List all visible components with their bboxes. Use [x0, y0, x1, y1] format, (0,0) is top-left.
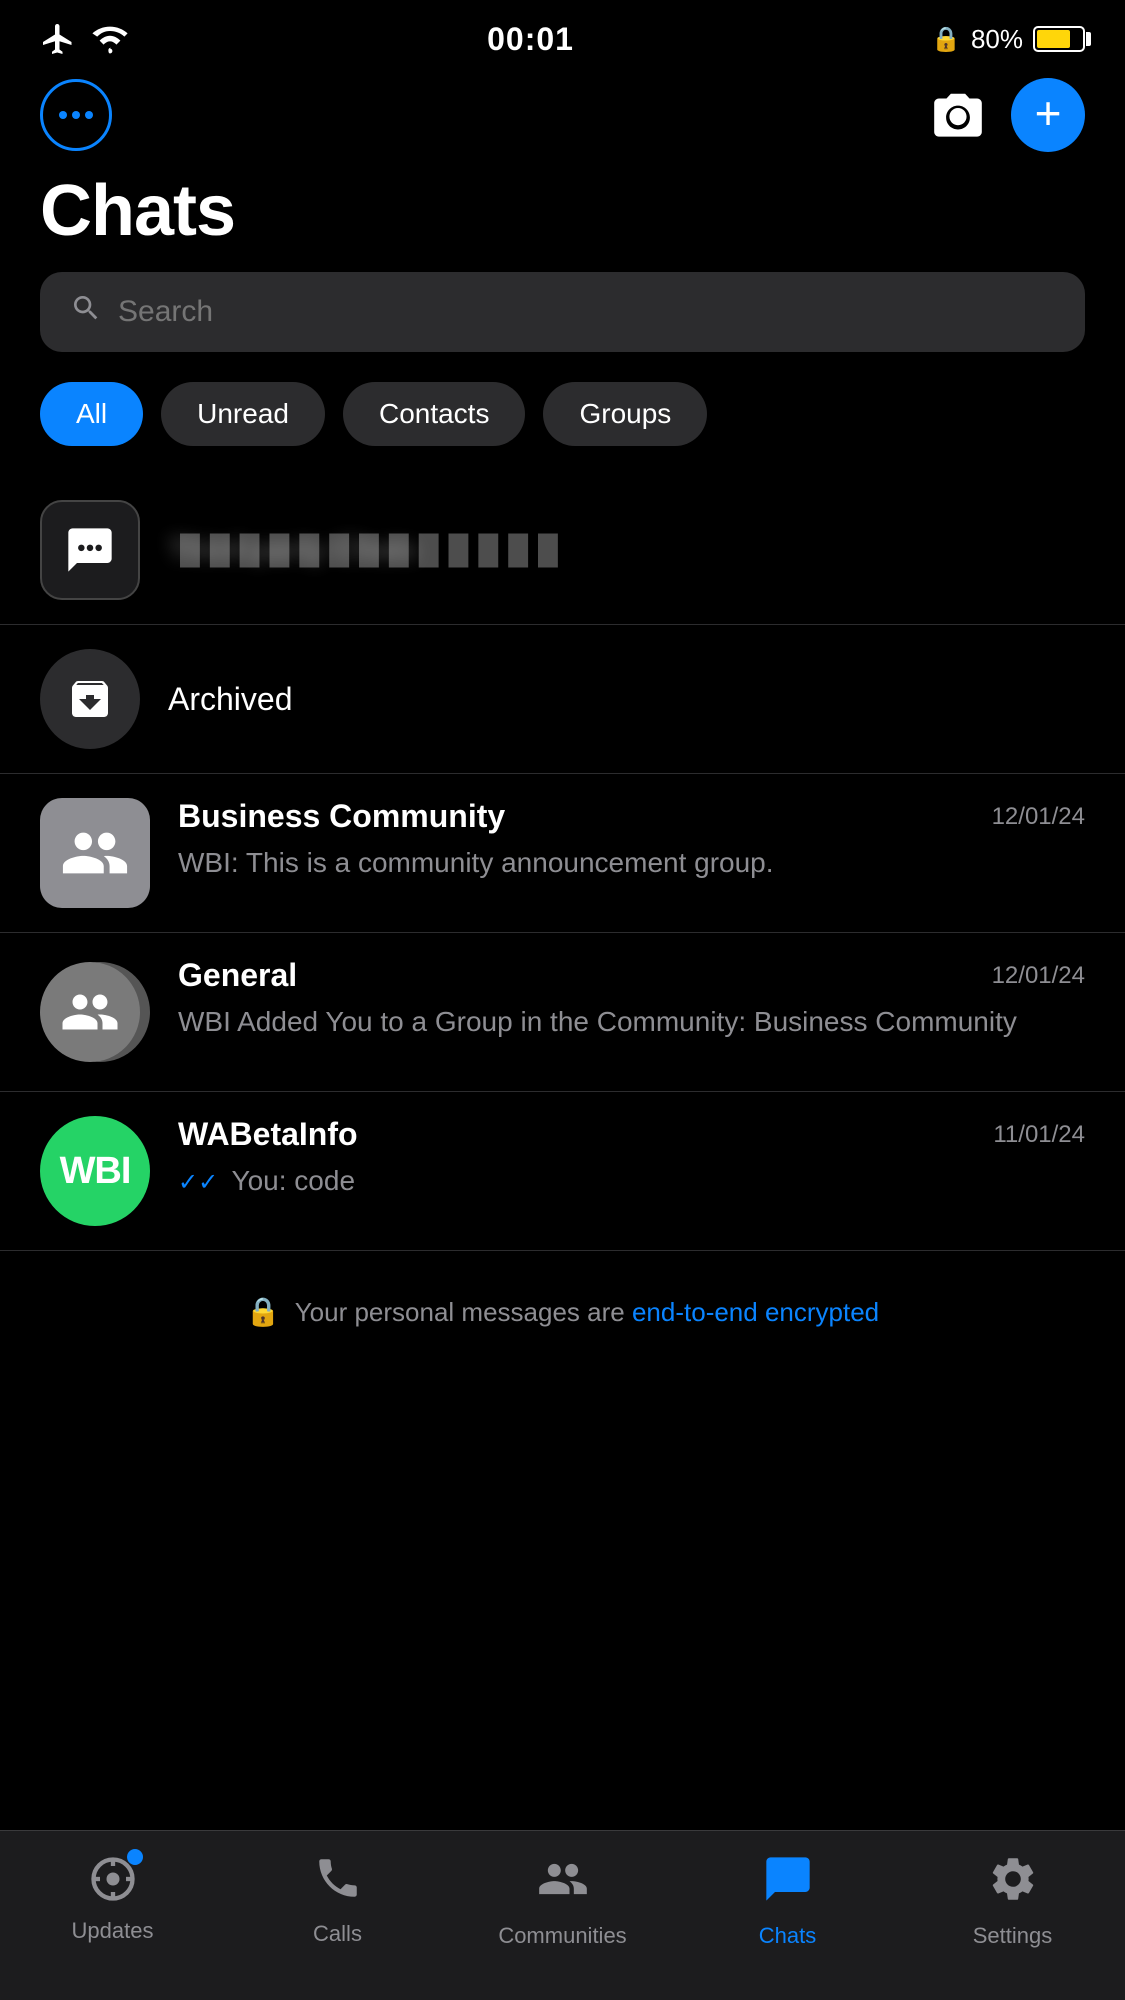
nav-item-updates[interactable]: Updates — [0, 1847, 225, 1944]
avatar-business-community — [40, 798, 150, 908]
filter-tab-contacts[interactable]: Contacts — [343, 382, 526, 446]
nav-label-communities: Communities — [498, 1923, 626, 1949]
more-dots — [59, 111, 93, 119]
chat-time-business-community: 12/01/24 — [992, 803, 1085, 831]
communities-icon — [537, 1853, 589, 1915]
wbi-avatar-text: WBI — [60, 1150, 131, 1193]
battery-percent: 80% — [971, 24, 1023, 55]
settings-icon — [987, 1853, 1039, 1915]
battery-icon — [1033, 26, 1085, 52]
search-input[interactable] — [118, 295, 1055, 329]
nav-label-updates: Updates — [72, 1918, 154, 1944]
chat-header-general: General 12/01/24 — [178, 957, 1085, 994]
avatar-wabetainfo: WBI — [40, 1116, 150, 1226]
chats-icon — [762, 1853, 814, 1915]
page-title: Chats — [0, 160, 1125, 272]
nav-label-chats: Chats — [759, 1923, 816, 1949]
avatar-general — [40, 957, 150, 1067]
calls-icon — [313, 1853, 363, 1913]
blurred-overlay: █████████████ — [150, 476, 1125, 624]
chat-name-general: General — [178, 957, 297, 994]
lock-icon: 🔒 — [246, 1291, 281, 1333]
status-bar: 00:01 🔒 80% — [0, 0, 1125, 70]
wifi-icon — [90, 23, 130, 55]
third-party-chats-row[interactable]: Third-party Chats █████████████ — [0, 476, 1125, 625]
header: + — [0, 70, 1125, 160]
more-button[interactable] — [40, 79, 112, 151]
filter-tab-unread[interactable]: Unread — [161, 382, 325, 446]
nav-item-calls[interactable]: Calls — [225, 1847, 450, 1947]
nav-item-settings[interactable]: Settings — [900, 1847, 1125, 1949]
search-container — [0, 272, 1125, 382]
encryption-text: Your personal messages are end-to-end en… — [295, 1293, 879, 1332]
add-icon: + — [1035, 90, 1062, 136]
add-button[interactable]: + — [1011, 78, 1085, 152]
nav-item-communities[interactable]: Communities — [450, 1847, 675, 1949]
nav-label-calls: Calls — [313, 1921, 362, 1947]
filter-tabs: All Unread Contacts Groups — [0, 382, 1125, 476]
status-left-icons — [40, 21, 130, 57]
airplane-icon — [40, 21, 76, 57]
encryption-link[interactable]: end-to-end encrypted — [632, 1297, 879, 1327]
archived-icon — [40, 649, 140, 749]
search-icon — [70, 292, 102, 332]
archived-label: Archived — [168, 681, 293, 718]
archived-row[interactable]: Archived — [0, 625, 1125, 774]
chat-header-business-community: Business Community 12/01/24 — [178, 798, 1085, 835]
chat-preview-business-community: WBI: This is a community announcement gr… — [178, 843, 1085, 882]
lock-status-icon: 🔒 — [931, 25, 961, 54]
nav-label-settings: Settings — [973, 1923, 1053, 1949]
bottom-nav: Updates Calls Communities Chats — [0, 1830, 1125, 2000]
camera-button[interactable] — [929, 89, 987, 142]
chat-content-general: General 12/01/24 WBI Added You to a Grou… — [178, 957, 1085, 1041]
chat-item-general[interactable]: General 12/01/24 WBI Added You to a Grou… — [0, 933, 1125, 1092]
filter-tab-all[interactable]: All — [40, 382, 143, 446]
status-time: 00:01 — [487, 21, 574, 58]
chat-preview-general: WBI Added You to a Group in the Communit… — [178, 1002, 1085, 1041]
updates-icon — [87, 1853, 139, 1910]
chat-time-wabetainfo: 11/01/24 — [993, 1121, 1085, 1149]
chat-preview-wabetainfo: ✓✓ You: code — [178, 1161, 1085, 1200]
third-party-icon — [40, 500, 140, 600]
chat-content-business-community: Business Community 12/01/24 WBI: This is… — [178, 798, 1085, 882]
search-bar[interactable] — [40, 272, 1085, 352]
double-tick-icon: ✓✓ — [178, 1169, 218, 1196]
updates-badge — [127, 1849, 143, 1865]
chat-time-general: 12/01/24 — [992, 962, 1085, 990]
header-actions: + — [929, 78, 1085, 152]
status-right-icons: 🔒 80% — [931, 24, 1085, 55]
nav-item-chats[interactable]: Chats — [675, 1847, 900, 1949]
chat-name-wabetainfo: WABetaInfo — [178, 1116, 358, 1153]
chat-item-business-community[interactable]: Business Community 12/01/24 WBI: This is… — [0, 774, 1125, 933]
chat-content-wabetainfo: WABetaInfo 11/01/24 ✓✓ You: code — [178, 1116, 1085, 1200]
chat-name-business-community: Business Community — [178, 798, 505, 835]
filter-tab-groups[interactable]: Groups — [543, 382, 707, 446]
encryption-notice: 🔒 Your personal messages are end-to-end … — [0, 1251, 1125, 1373]
chat-item-wabetainfo[interactable]: WBI WABetaInfo 11/01/24 ✓✓ You: code — [0, 1092, 1125, 1251]
chat-header-wabetainfo: WABetaInfo 11/01/24 — [178, 1116, 1085, 1153]
